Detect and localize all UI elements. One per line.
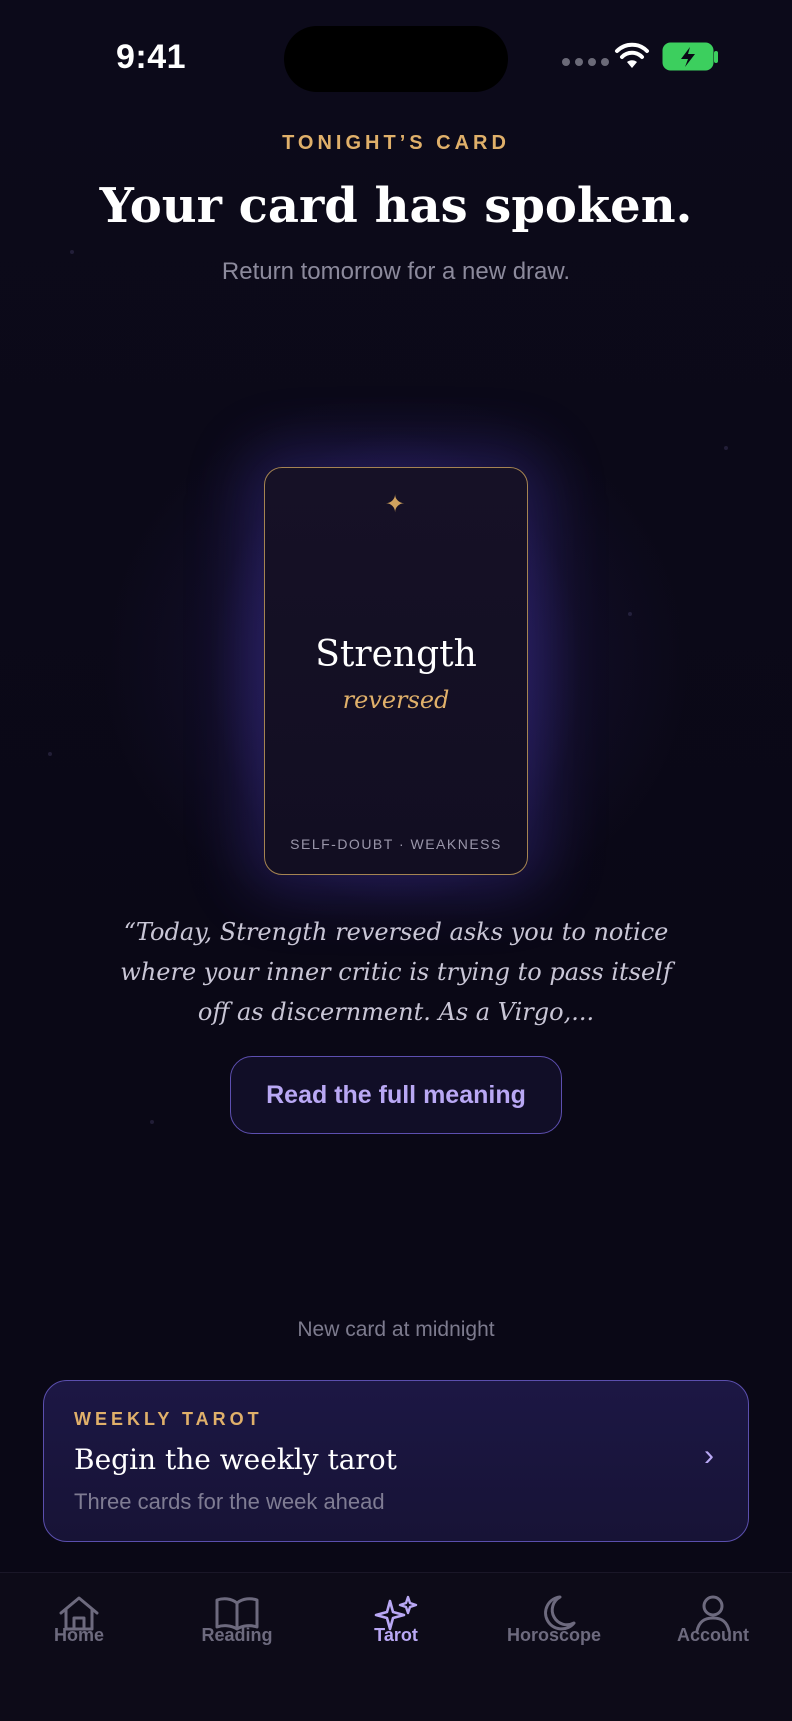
card-keywords: SELF-DOUBT · WEAKNESS xyxy=(290,836,502,852)
tab-bar: Home Reading Tarot Horoscope Account xyxy=(0,1572,792,1721)
tab-account[interactable]: Account xyxy=(648,1593,778,1663)
status-time: 9:41 xyxy=(116,38,187,76)
wifi-icon xyxy=(615,42,649,68)
card-orientation: reversed xyxy=(342,686,450,714)
weekly-subtitle: Three cards for the week ahead xyxy=(74,1489,385,1514)
dynamic-island xyxy=(284,26,508,92)
background-star xyxy=(150,1120,154,1124)
weekly-tarot-banner[interactable]: WEEKLY TAROT Begin the weekly tarot Thre… xyxy=(43,1380,749,1542)
tab-label: Reading xyxy=(201,1625,273,1645)
sparkle-icon: ✦ xyxy=(385,491,406,518)
battery-charging-icon xyxy=(662,42,718,71)
background-star xyxy=(628,612,632,616)
chevron-right-icon: › xyxy=(704,1439,714,1472)
page-subtitle: Return tomorrow for a new draw. xyxy=(221,258,571,285)
tab-home[interactable]: Home xyxy=(14,1593,144,1663)
section-eyebrow: TONIGHT’S CARD xyxy=(282,132,510,154)
cellular-signal-icon xyxy=(562,58,609,66)
next-card-note: New card at midnight xyxy=(297,1318,495,1341)
tab-label: Account xyxy=(677,1625,749,1645)
background-star xyxy=(48,752,52,756)
page-title: Your card has spoken. xyxy=(99,178,693,234)
tarot-card[interactable]: ✦ Strength reversed SELF-DOUBT · WEAKNES… xyxy=(264,467,528,875)
reading-excerpt: “Today, Strength reversed asks you to no… xyxy=(120,918,672,1026)
tab-horoscope[interactable]: Horoscope xyxy=(489,1593,619,1663)
background-star xyxy=(70,250,74,254)
tab-label: Home xyxy=(53,1625,104,1645)
card-name: Strength xyxy=(315,634,477,675)
weekly-title: Begin the weekly tarot xyxy=(74,1443,397,1476)
tab-reading[interactable]: Reading xyxy=(172,1593,302,1663)
tarot-screen: 9:41 TONIGHT’S CARD Your card has spoken… xyxy=(0,0,792,1721)
status-bar: 9:41 xyxy=(0,0,792,110)
tab-label: Tarot xyxy=(374,1625,418,1645)
tab-label: Horoscope xyxy=(506,1625,602,1645)
tab-tarot[interactable]: Tarot xyxy=(331,1593,461,1663)
background-star xyxy=(724,446,728,450)
read-full-meaning-button[interactable]: Read the full meaning xyxy=(230,1056,562,1134)
weekly-eyebrow: WEEKLY TAROT xyxy=(74,1409,263,1429)
